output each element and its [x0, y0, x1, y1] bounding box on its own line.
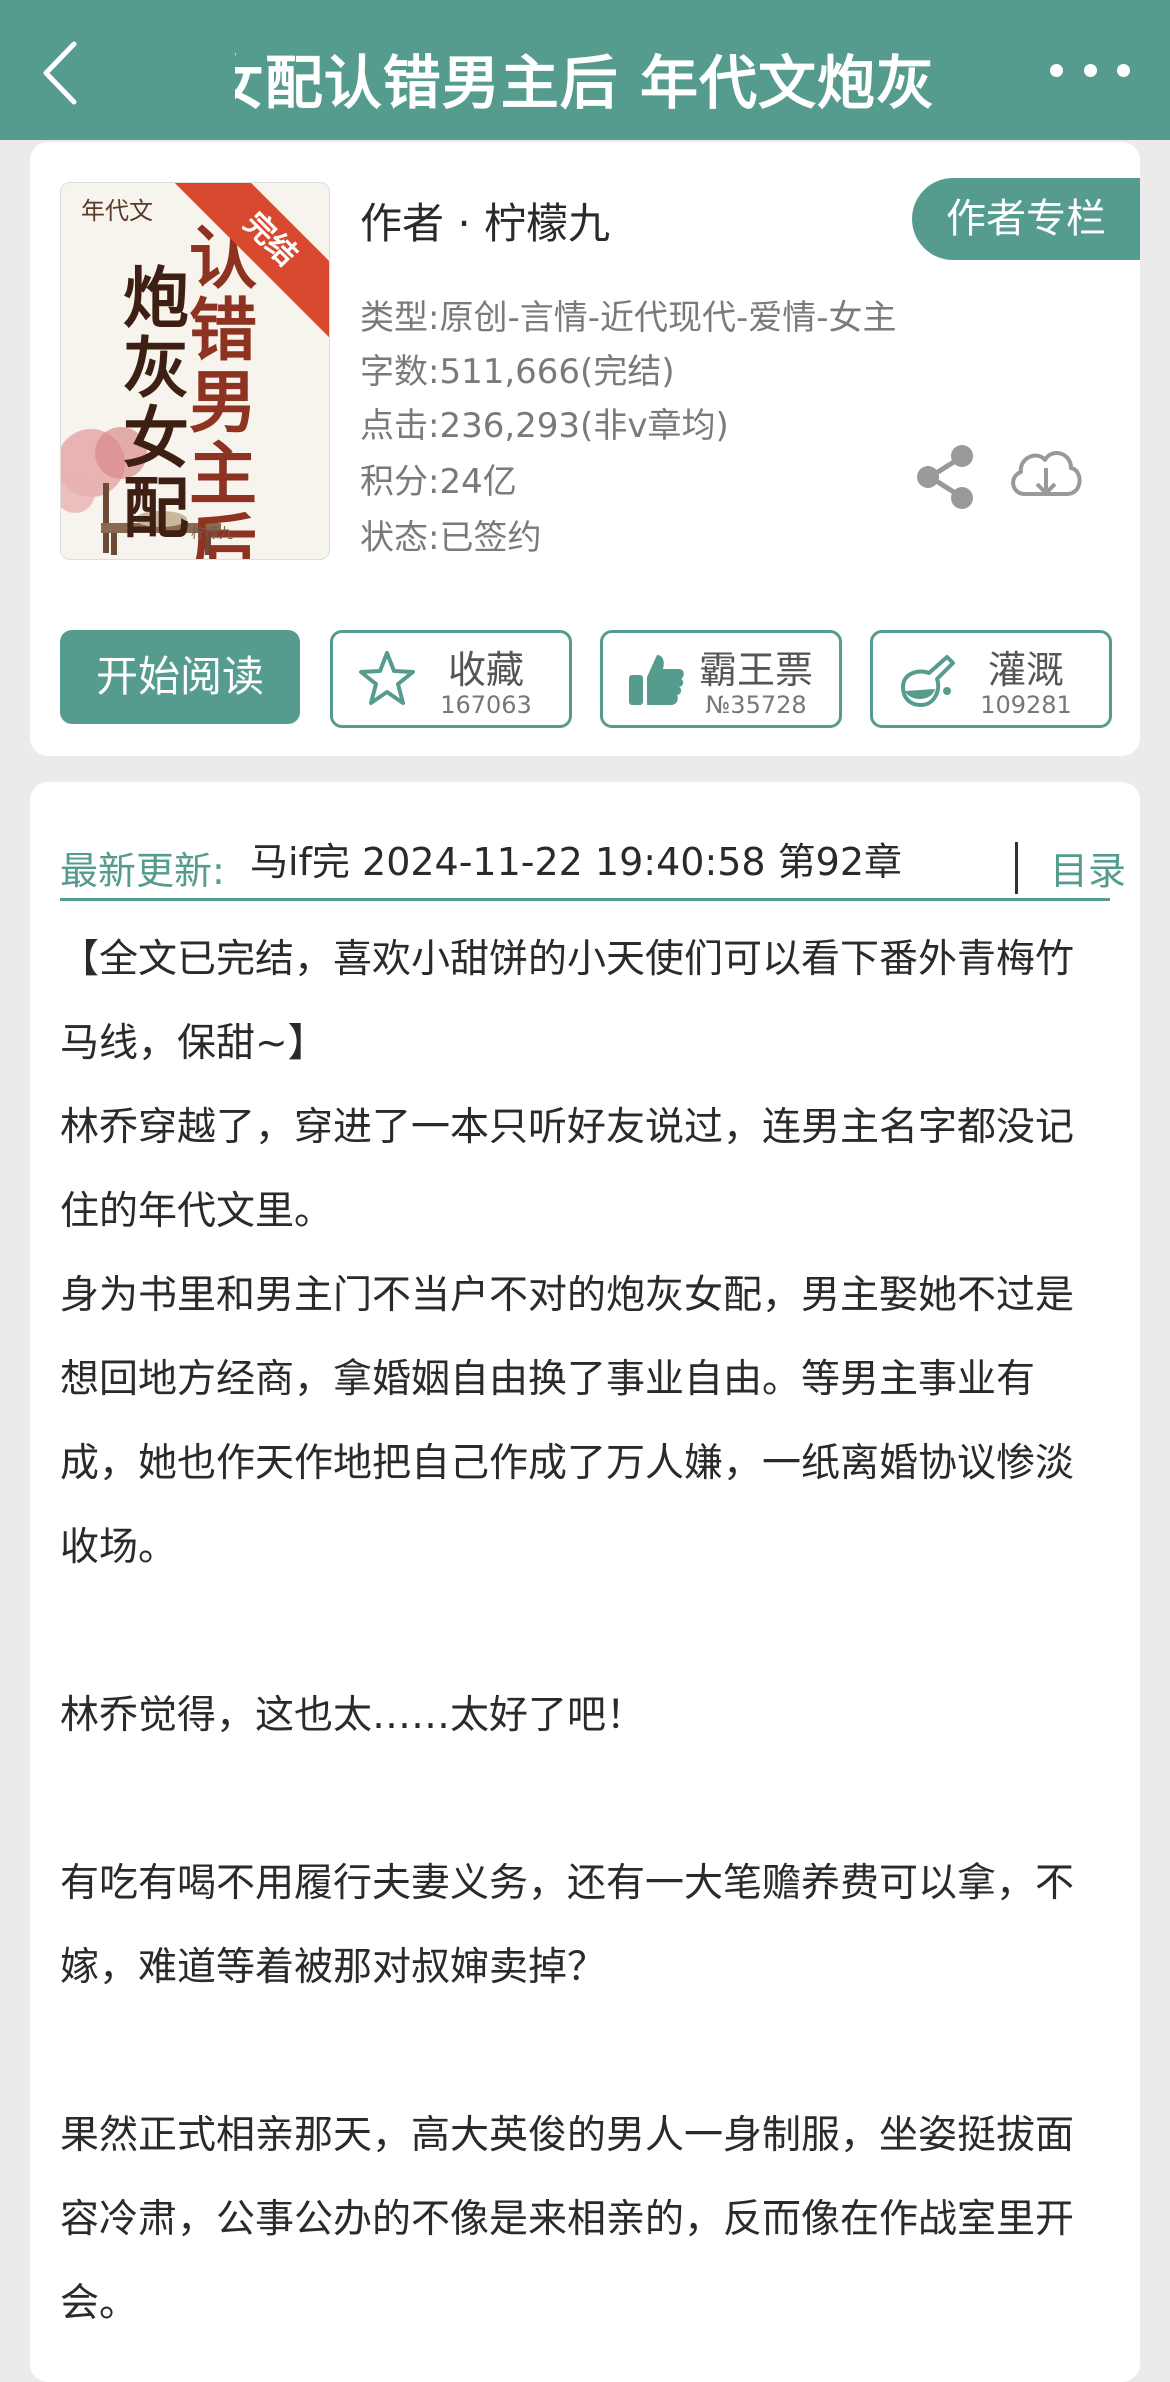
synopsis-paragraph: 林乔觉得，这也太……太好了吧！ — [60, 1693, 646, 1738]
ticket-count: №35728 — [705, 691, 807, 719]
favorite-label: 收藏 — [447, 648, 524, 692]
nutrient-button[interactable]: 灌溉 109281 — [870, 630, 1112, 728]
top-nav-bar: 女配认错男主后 年代文炮灰 — [0, 0, 1170, 140]
book-status: 状态:已签约 — [360, 518, 542, 558]
share-icon — [917, 445, 973, 509]
latest-update-row[interactable]: 最新更新: 马if完 2024-11-22 19:40:58 第92章 目录 — [60, 812, 1126, 912]
ticket-button[interactable]: 霸王票 №35728 — [600, 630, 842, 728]
ticket-label: 霸王票 — [698, 648, 813, 692]
synopsis: 【全文已完结，喜欢小甜饼的小天使们可以看下番外青梅竹马线，保甜~】 林乔穿越了，穿… — [60, 918, 1110, 2346]
book-word-count: 字数:511,666(完结) — [360, 352, 675, 392]
download-button[interactable] — [1005, 440, 1085, 512]
start-reading-button[interactable]: 开始阅读 — [60, 630, 300, 724]
cover-title-right: 认错男主后 — [189, 219, 258, 560]
synopsis-paragraph: 【全文已完结，喜欢小甜饼的小天使们可以看下番外青梅竹马线，保甜~】 — [60, 937, 1075, 1066]
synopsis-paragraph: 林乔穿越了，穿进了一本只听好友说过，连男主名字都没记住的年代文里。 — [60, 1105, 1075, 1234]
share-button[interactable] — [910, 442, 980, 512]
latest-update-label: 最新更新: — [60, 849, 225, 893]
synopsis-blank-line — [60, 2010, 1110, 2094]
favorite-count: 167063 — [440, 691, 532, 719]
latest-update-text-wrap: 马if完 2024-11-22 19:40:58 第92章 — [250, 834, 1010, 894]
book-type: 类型:原创-言情-近代现代-爱情-女主 — [360, 298, 897, 338]
synopsis-blank-line — [60, 1590, 1110, 1674]
more-dot — [1117, 63, 1130, 77]
book-info-card: 年代文 认错男主后 炮灰女配 柠檬九 完结 作者 · 柠檬九 作者专栏 类型:原… — [30, 142, 1140, 756]
book-cover[interactable]: 年代文 认错男主后 炮灰女配 柠檬九 完结 — [60, 182, 330, 560]
update-separator — [1015, 842, 1018, 894]
title-marquee: 女配认错男主后 年代文炮灰 — [235, 28, 935, 118]
author-name[interactable]: 作者 · 柠檬九 — [360, 190, 610, 251]
chevron-left-icon — [43, 41, 77, 105]
back-button[interactable] — [30, 28, 100, 118]
book-points: 积分:24亿 — [360, 462, 517, 502]
nutrient-count: 109281 — [980, 691, 1072, 719]
cover-title-left: 炮灰女配 — [123, 259, 189, 547]
more-options-button[interactable] — [1050, 40, 1130, 100]
section-divider — [60, 898, 1110, 901]
synopsis-blank-line — [60, 1758, 1110, 1842]
cover-author-mark: 柠檬九 — [191, 526, 233, 542]
synopsis-paragraph: 果然正式相亲那天，高大英俊的男人一身制服，坐姿挺拔面容冷肃，公事公办的不像是来相… — [60, 2113, 1075, 2326]
nutrient-label: 灌溉 — [987, 648, 1064, 692]
latest-update-text: 马if完 2024-11-22 19:40:58 第92章 — [250, 840, 903, 884]
cloud-download-icon — [1011, 451, 1082, 496]
synopsis-paragraph: 有吃有喝不用履行夫妻义务，还有一大笔赡养费可以拿，不嫁，难道等着被那对叔婶卖掉？ — [60, 1861, 1075, 1990]
synopsis-paragraph: 身为书里和男主门不当户不对的炮灰女配，男主娶她不过是想回地方经商，拿婚姻自由换了… — [60, 1273, 1075, 1570]
more-dot — [1083, 63, 1097, 77]
more-dots-icon — [1050, 63, 1063, 77]
table-of-contents-link[interactable]: 目录 — [1050, 840, 1126, 895]
favorite-button[interactable]: 收藏 167063 — [330, 630, 572, 728]
book-clicks: 点击:236,293(非v章均) — [360, 406, 729, 446]
cover-genre-tag: 年代文 — [81, 197, 153, 225]
page-title: 女配认错男主后 年代文炮灰 — [235, 49, 935, 117]
author-column-button[interactable]: 作者专栏 — [912, 178, 1140, 260]
book-detail-card: 最新更新: 马if完 2024-11-22 19:40:58 第92章 目录 【… — [30, 782, 1140, 2382]
